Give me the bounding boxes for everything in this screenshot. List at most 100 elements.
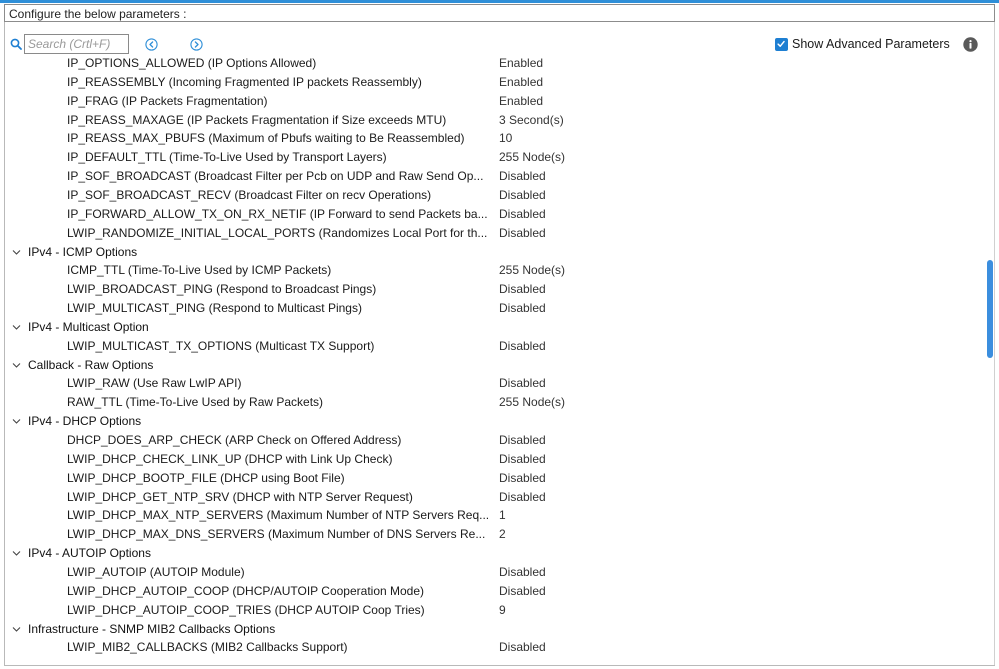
parameter-row[interactable]: LWIP_DHCP_AUTOIP_COOP (DHCP/AUTOIP Coope… [5,582,985,601]
parameter-name: LWIP_MULTICAST_PING (Respond to Multicas… [67,301,362,316]
parameter-row[interactable]: LWIP_DHCP_AUTOIP_COOP_TRIES (DHCP AUTOIP… [5,601,985,620]
parameter-value[interactable]: Disabled [499,374,546,393]
parameter-value[interactable]: Disabled [499,431,546,450]
parameter-row[interactable]: RAW_TTL (Time-To-Live Used by Raw Packet… [5,393,985,412]
vertical-scrollbar[interactable] [986,54,994,665]
parameter-name: LWIP_MULTICAST_TX_OPTIONS (Multicast TX … [67,338,375,353]
parameter-value[interactable]: 1 [499,506,506,525]
parameter-name: IP_REASS_MAX_PBUFS (Maximum of Pbufs wai… [67,131,465,146]
parameter-name: LWIP_RAW (Use Raw LwIP API) [67,376,242,391]
parameter-name: IP_OPTIONS_ALLOWED (IP Options Allowed) [67,56,317,70]
group-label: IPv4 - ICMP Options [28,244,138,259]
parameter-value[interactable]: 255 Node(s) [499,261,565,280]
parameter-row[interactable]: LWIP_DHCP_GET_NTP_SRV (DHCP with NTP Ser… [5,488,985,507]
parameter-row[interactable]: LWIP_MULTICAST_TX_OPTIONS (Multicast TX … [5,337,985,356]
parameter-row[interactable]: LWIP_MIB2_CALLBACKS (MIB2 Callbacks Supp… [5,638,985,657]
parameter-name: LWIP_MIB2_CALLBACKS (MIB2 Callbacks Supp… [67,640,348,655]
parameter-row[interactable]: LWIP_DHCP_MAX_DNS_SERVERS (Maximum Numbe… [5,525,985,544]
parameter-name: LWIP_RANDOMIZE_INITIAL_LOCAL_PORTS (Rand… [67,225,488,240]
parameter-value[interactable]: Disabled [499,488,546,507]
configure-label: Configure the below parameters : [9,7,187,21]
parameter-value[interactable]: 9 [499,601,506,620]
parameter-value[interactable]: Disabled [499,299,546,318]
scrollbar-thumb[interactable] [987,260,993,358]
parameter-row[interactable]: IP_OPTIONS_ALLOWED (IP Options Allowed) E… [5,54,985,73]
parameter-value[interactable]: 3 Second(s) [499,111,564,130]
parameter-name: IP_SOF_BROADCAST (Broadcast Filter per P… [67,169,484,184]
parameter-row[interactable]: LWIP_RANDOMIZE_INITIAL_LOCAL_PORTS (Rand… [5,224,985,243]
chevron-down-icon[interactable] [12,417,21,426]
parameter-value[interactable]: Enabled [499,92,543,111]
chevron-right-circle-icon[interactable] [190,38,203,51]
parameter-row[interactable]: LWIP_DHCP_BOOTP_FILE (DHCP using Boot Fi… [5,469,985,488]
checkmark-icon [777,40,785,47]
show-advanced-label: Show Advanced Parameters [792,37,950,51]
parameter-value[interactable]: 255 Node(s) [499,148,565,167]
parameter-row[interactable]: IP_REASS_MAXAGE (IP Packets Fragmentatio… [5,111,985,130]
parameter-row[interactable]: ICMP_TTL (Time-To-Live Used by ICMP Pack… [5,261,985,280]
parameter-name: IP_SOF_BROADCAST_RECV (Broadcast Filter … [67,187,432,202]
parameter-name: LWIP_AUTOIP (AUTOIP Module) [67,564,245,579]
parameter-row[interactable]: LWIP_DHCP_MAX_NTP_SERVERS (Maximum Numbe… [5,506,985,525]
chevron-down-icon[interactable] [12,625,21,634]
parameter-row[interactable]: LWIP_AUTOIP (AUTOIP Module) Disabled [5,563,985,582]
configure-header: Configure the below parameters : [4,4,995,22]
parameter-row[interactable]: LWIP_MULTICAST_PING (Respond to Multicas… [5,299,985,318]
parameter-value[interactable]: Disabled [499,280,546,299]
parameter-name: LWIP_BROADCAST_PING (Respond to Broadcas… [67,282,377,297]
parameter-row[interactable]: IP_REASS_MAX_PBUFS (Maximum of Pbufs wai… [5,129,985,148]
parameter-row[interactable]: IP_FORWARD_ALLOW_TX_ON_RX_NETIF (IP Forw… [5,205,985,224]
parameter-value[interactable]: Disabled [499,205,546,224]
group-header[interactable]: IPv4 - Multicast Option [5,318,985,337]
parameter-value[interactable]: Enabled [499,54,543,73]
parameter-value[interactable]: 2 [499,525,506,544]
search-input[interactable] [24,34,129,54]
chevron-left-circle-icon[interactable] [145,38,158,51]
group-label: IPv4 - DHCP Options [28,414,142,429]
group-header[interactable]: Infrastructure - SNMP MIB2 Callbacks Opt… [5,620,985,639]
parameter-name: LWIP_DHCP_CHECK_LINK_UP (DHCP with Link … [67,451,393,466]
group-header[interactable]: Callback - Raw Options [5,356,985,375]
parameter-value[interactable]: 255 Node(s) [499,393,565,412]
parameter-value[interactable]: Disabled [499,638,546,657]
parameter-name: IP_REASSEMBLY (Incoming Fragmented IP pa… [67,74,422,89]
parameter-value[interactable]: Disabled [499,582,546,601]
parameter-row[interactable]: IP_REASSEMBLY (Incoming Fragmented IP pa… [5,73,985,92]
parameter-row[interactable]: IP_SOF_BROADCAST (Broadcast Filter per P… [5,167,985,186]
chevron-down-icon[interactable] [12,549,21,558]
info-icon[interactable] [963,37,978,52]
group-label: IPv4 - Multicast Option [28,319,149,334]
parameter-row[interactable]: IP_SOF_BROADCAST_RECV (Broadcast Filter … [5,186,985,205]
group-header[interactable]: IPv4 - ICMP Options [5,243,985,262]
parameter-row[interactable]: LWIP_DHCP_CHECK_LINK_UP (DHCP with Link … [5,450,985,469]
parameter-value[interactable]: Disabled [499,167,546,186]
parameter-value[interactable]: 10 [499,129,512,148]
show-advanced-checkbox[interactable] [775,38,788,51]
parameter-row[interactable]: DHCP_DOES_ARP_CHECK (ARP Check on Offere… [5,431,985,450]
parameter-row[interactable]: LWIP_BROADCAST_PING (Respond to Broadcas… [5,280,985,299]
parameter-name: ICMP_TTL (Time-To-Live Used by ICMP Pack… [67,263,332,278]
parameter-value[interactable]: Disabled [499,450,546,469]
parameter-name: IP_FORWARD_ALLOW_TX_ON_RX_NETIF (IP Forw… [67,206,488,221]
group-label: Infrastructure - SNMP MIB2 Callbacks Opt… [28,621,276,636]
panel-bottom-border [4,665,995,666]
group-label: IPv4 - AUTOIP Options [28,546,151,561]
parameter-value[interactable]: Disabled [499,186,546,205]
parameter-value[interactable]: Disabled [499,469,546,488]
group-header[interactable]: IPv4 - DHCP Options [5,412,985,431]
parameter-name: IP_FRAG (IP Packets Fragmentation) [67,93,268,108]
chevron-down-icon[interactable] [12,248,21,257]
parameter-value[interactable]: Disabled [499,224,546,243]
parameter-value[interactable]: Enabled [499,73,543,92]
panel-right-border [994,22,995,666]
parameter-row[interactable]: LWIP_RAW (Use Raw LwIP API) Disabled [5,374,985,393]
top-accent-strip [0,0,999,3]
chevron-down-icon[interactable] [12,323,21,332]
parameter-row[interactable]: IP_FRAG (IP Packets Fragmentation) Enable… [5,92,985,111]
group-header[interactable]: IPv4 - AUTOIP Options [5,544,985,563]
chevron-down-icon[interactable] [12,361,21,370]
parameter-name: IP_REASS_MAXAGE (IP Packets Fragmentatio… [67,112,447,127]
parameter-value[interactable]: Disabled [499,337,546,356]
parameter-value[interactable]: Disabled [499,563,546,582]
parameter-row[interactable]: IP_DEFAULT_TTL (Time-To-Live Used by Tra… [5,148,985,167]
